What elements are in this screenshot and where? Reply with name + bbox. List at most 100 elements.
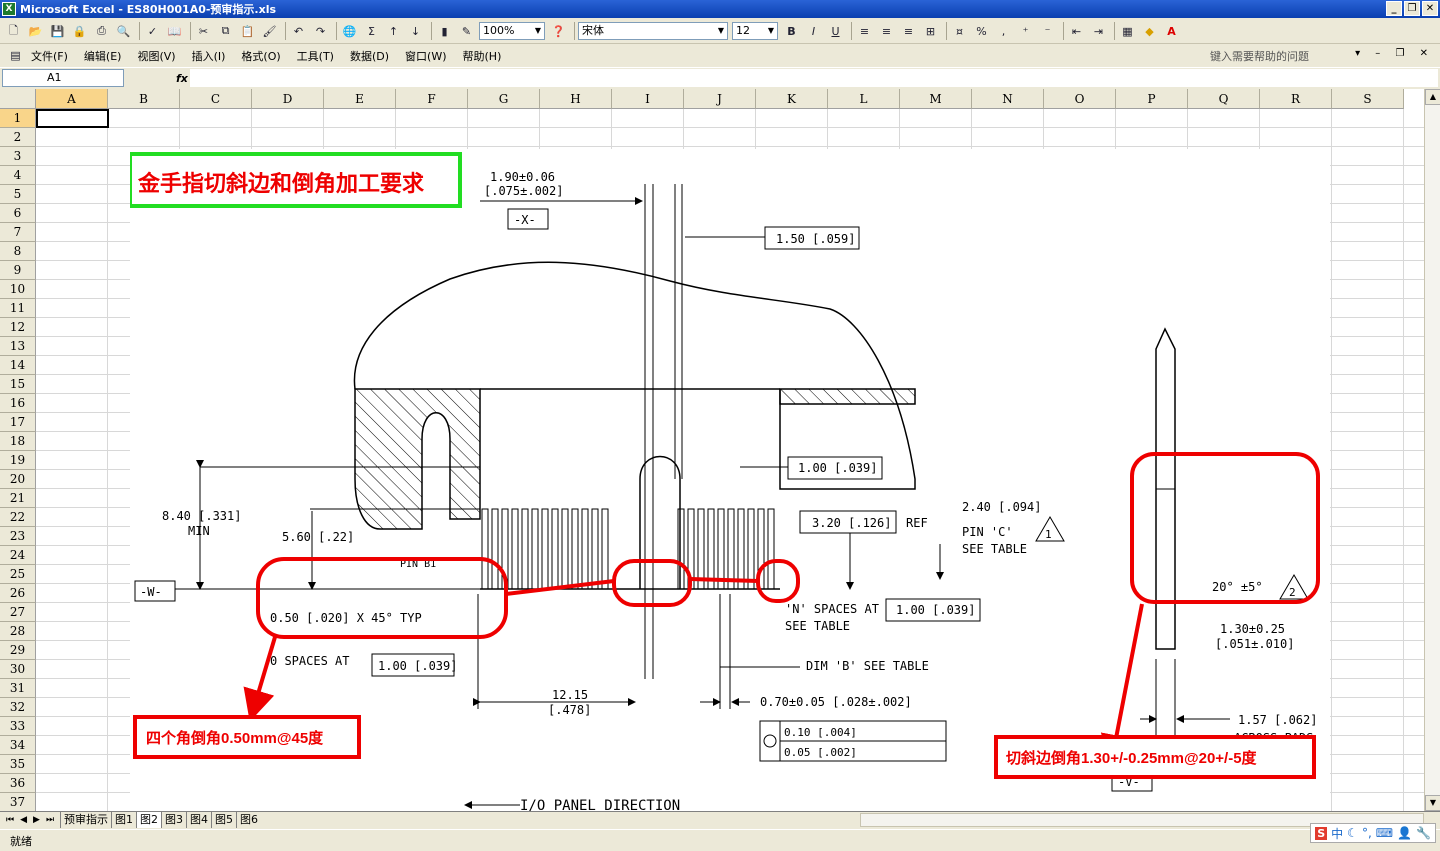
autosum-icon[interactable]: Σ bbox=[362, 22, 381, 41]
row-header[interactable]: 20 bbox=[0, 470, 36, 489]
new-icon[interactable]: 🗋 bbox=[4, 22, 23, 41]
row-header[interactable]: 3 bbox=[0, 147, 36, 166]
row-header[interactable]: 6 bbox=[0, 204, 36, 223]
row-header[interactable]: 13 bbox=[0, 337, 36, 356]
increase-decimal-icon[interactable]: ⁺ bbox=[1016, 22, 1035, 41]
tab-sheet-0[interactable]: 预审指示 bbox=[60, 812, 111, 828]
bold-button[interactable]: B bbox=[782, 22, 801, 41]
merge-center-icon[interactable]: ⊞ bbox=[921, 22, 940, 41]
row-header[interactable]: 30 bbox=[0, 660, 36, 679]
decrease-decimal-icon[interactable]: ⁻ bbox=[1038, 22, 1057, 41]
scroll-up-icon[interactable]: ▲ bbox=[1425, 89, 1440, 105]
wrench-icon[interactable]: 🔧 bbox=[1416, 826, 1431, 840]
ime-lang[interactable]: 中 bbox=[1331, 825, 1343, 842]
moon-icon[interactable]: ☾ bbox=[1347, 826, 1358, 840]
row-header[interactable]: 37 bbox=[0, 793, 36, 811]
row-header[interactable]: 4 bbox=[0, 166, 36, 185]
zoom-select[interactable]: 100% ▼ bbox=[479, 22, 545, 40]
column-header[interactable]: K bbox=[756, 89, 828, 109]
user-icon[interactable]: 👤 bbox=[1397, 826, 1412, 840]
tab-sheet-1[interactable]: 图1 bbox=[111, 812, 136, 828]
font-size-select[interactable]: 12 ▼ bbox=[732, 22, 778, 40]
menu-help[interactable]: 帮助(H) bbox=[463, 48, 502, 64]
undo-icon[interactable]: ↶ bbox=[289, 22, 308, 41]
font-name-select[interactable]: 宋体 ▼ bbox=[578, 22, 728, 40]
fill-color-icon[interactable]: ◆ bbox=[1140, 22, 1159, 41]
row-header[interactable]: 28 bbox=[0, 622, 36, 641]
copy-icon[interactable]: ⧉ bbox=[216, 22, 235, 41]
column-header[interactable]: R bbox=[1260, 89, 1332, 109]
align-left-icon[interactable]: ≡ bbox=[855, 22, 874, 41]
tab-sheet-4[interactable]: 图4 bbox=[186, 812, 211, 828]
menu-insert[interactable]: 插入(I) bbox=[192, 48, 226, 64]
row-header[interactable]: 19 bbox=[0, 451, 36, 470]
menu-format[interactable]: 格式(O) bbox=[241, 48, 280, 64]
chart-wizard-icon[interactable]: ▮ bbox=[435, 22, 454, 41]
column-header[interactable]: P bbox=[1116, 89, 1188, 109]
row-header[interactable]: 7 bbox=[0, 223, 36, 242]
row-header[interactable]: 24 bbox=[0, 546, 36, 565]
menu-window[interactable]: 窗口(W) bbox=[405, 48, 446, 64]
currency-icon[interactable]: ¤ bbox=[950, 22, 969, 41]
align-right-icon[interactable]: ≡ bbox=[899, 22, 918, 41]
percent-button[interactable]: % bbox=[972, 22, 991, 41]
paste-icon[interactable]: 📋 bbox=[238, 22, 257, 41]
column-header[interactable]: E bbox=[324, 89, 396, 109]
row-header[interactable]: 5 bbox=[0, 185, 36, 204]
row-header[interactable]: 31 bbox=[0, 679, 36, 698]
workbook-window-controls[interactable]: ▾ – ❐ ✕ bbox=[1355, 48, 1434, 59]
row-header[interactable]: 14 bbox=[0, 356, 36, 375]
borders-icon[interactable]: ▦ bbox=[1118, 22, 1137, 41]
row-header[interactable]: 22 bbox=[0, 508, 36, 527]
menu-tools[interactable]: 工具(T) bbox=[297, 48, 334, 64]
ime-toolbar[interactable]: S 中 ☾ °, ⌨ 👤 🔧 bbox=[1310, 823, 1436, 843]
row-header[interactable]: 32 bbox=[0, 698, 36, 717]
name-box[interactable]: A1 bbox=[2, 69, 124, 87]
drawing-icon[interactable]: ✎ bbox=[457, 22, 476, 41]
tab-sheet-3[interactable]: 图3 bbox=[161, 812, 186, 828]
column-header[interactable]: H bbox=[540, 89, 612, 109]
column-header[interactable]: G bbox=[468, 89, 540, 109]
hyperlink-icon[interactable]: 🌐 bbox=[340, 22, 359, 41]
row-header[interactable]: 36 bbox=[0, 774, 36, 793]
row-header[interactable]: 35 bbox=[0, 755, 36, 774]
row-header[interactable]: 25 bbox=[0, 565, 36, 584]
redo-icon[interactable]: ↷ bbox=[311, 22, 330, 41]
print-icon[interactable]: ⎙ bbox=[92, 22, 111, 41]
row-header[interactable]: 34 bbox=[0, 736, 36, 755]
row-header[interactable]: 9 bbox=[0, 261, 36, 280]
column-header[interactable]: S bbox=[1332, 89, 1404, 109]
column-header[interactable]: I bbox=[612, 89, 684, 109]
close-button[interactable]: ✕ bbox=[1422, 1, 1438, 16]
row-header[interactable]: 8 bbox=[0, 242, 36, 261]
row-header[interactable]: 23 bbox=[0, 527, 36, 546]
embedded-drawing[interactable]: 金手指切斜边和倒角加工要求 -W- 8.40 [.331] MIN 5.60 [… bbox=[128, 149, 1330, 811]
row-header[interactable]: 21 bbox=[0, 489, 36, 508]
align-center-icon[interactable]: ≡ bbox=[877, 22, 896, 41]
column-header[interactable]: F bbox=[396, 89, 468, 109]
column-header[interactable]: C bbox=[180, 89, 252, 109]
insert-function-button[interactable]: fx bbox=[176, 72, 188, 85]
formula-input[interactable] bbox=[190, 69, 1438, 87]
row-header[interactable]: 2 bbox=[0, 128, 36, 147]
row-header[interactable]: 1 bbox=[0, 109, 36, 128]
column-header[interactable]: L bbox=[828, 89, 900, 109]
row-header[interactable]: 10 bbox=[0, 280, 36, 299]
italic-button[interactable]: I bbox=[804, 22, 823, 41]
print-preview-icon[interactable]: 🔍 bbox=[114, 22, 133, 41]
column-header[interactable]: B bbox=[108, 89, 180, 109]
vertical-scrollbar[interactable]: ▲ ▼ bbox=[1424, 89, 1440, 811]
row-header[interactable]: 27 bbox=[0, 603, 36, 622]
help-search-input[interactable]: 键入需要帮助的问题 bbox=[1210, 48, 1309, 64]
open-icon[interactable]: 📂 bbox=[26, 22, 45, 41]
row-header[interactable]: 17 bbox=[0, 413, 36, 432]
row-header[interactable]: 16 bbox=[0, 394, 36, 413]
menu-edit[interactable]: 编辑(E) bbox=[84, 48, 122, 64]
increase-indent-icon[interactable]: ⇥ bbox=[1089, 22, 1108, 41]
tab-sheet-6[interactable]: 图6 bbox=[236, 812, 261, 828]
research-icon[interactable]: 📖 bbox=[165, 22, 184, 41]
spelling-icon[interactable]: ✓ bbox=[143, 22, 162, 41]
row-header[interactable]: 33 bbox=[0, 717, 36, 736]
tab-sheet-2[interactable]: 图2 bbox=[136, 812, 162, 828]
format-painter-icon[interactable]: 🖌 bbox=[260, 22, 279, 41]
